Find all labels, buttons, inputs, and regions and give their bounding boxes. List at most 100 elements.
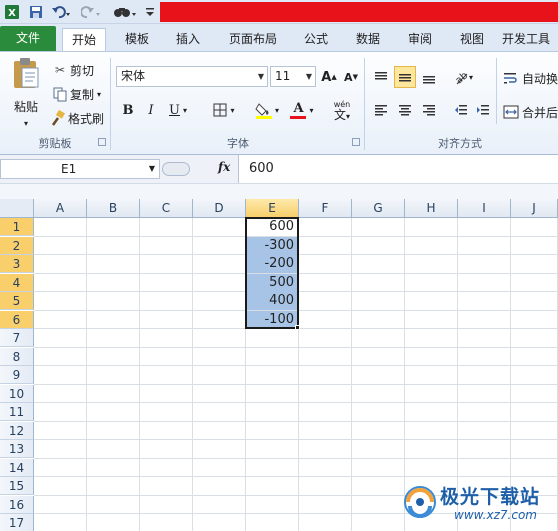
watermark-url: www.xz7.com (454, 508, 537, 522)
paste-button[interactable]: 粘贴 ▾ (6, 56, 46, 130)
font-size-combo[interactable]: 11 ▼ (270, 66, 316, 87)
tab-template[interactable]: 模板 (114, 28, 160, 51)
tab-home[interactable]: 开始 (62, 28, 106, 51)
tab-view[interactable]: 视图 (450, 28, 494, 51)
row-header-13[interactable]: 13 (0, 440, 34, 458)
tab-file[interactable]: 文件 (0, 26, 56, 51)
tab-data[interactable]: 数据 (346, 28, 390, 51)
column-header-i[interactable]: I (458, 199, 511, 218)
tab-review[interactable]: 审阅 (398, 28, 442, 51)
column-header-a[interactable]: A (34, 199, 87, 218)
column-header-c[interactable]: C (140, 199, 193, 218)
tab-page-layout[interactable]: 页面布局 (220, 28, 286, 51)
fill-color-button[interactable]: ▾ (250, 99, 284, 121)
cut-button[interactable]: ✂ 剪切 (52, 60, 94, 80)
column-header-g[interactable]: G (352, 199, 405, 218)
column-header-f[interactable]: F (299, 199, 352, 218)
name-box[interactable]: E1 ▼ (0, 159, 160, 179)
row-header-15[interactable]: 15 (0, 477, 34, 495)
phonetic-button[interactable]: wén 文▾ (326, 97, 358, 125)
orientation-button[interactable]: ab ▾ (448, 66, 478, 88)
grow-font-icon: A (321, 69, 332, 85)
copy-icon (53, 87, 67, 102)
font-launcher-icon[interactable] (352, 138, 360, 146)
save-icon[interactable] (28, 3, 44, 21)
cell-e4[interactable]: 500 (246, 273, 298, 292)
redo-icon[interactable] (80, 3, 102, 21)
align-left-button[interactable] (370, 99, 392, 121)
row-header-17[interactable]: 17 (0, 514, 34, 531)
cell-e5[interactable]: 400 (246, 292, 298, 310)
column-header-d[interactable]: D (193, 199, 246, 218)
chevron-down-icon: ▾ (97, 89, 102, 99)
borders-button[interactable]: ▾ (208, 99, 240, 121)
format-painter-button[interactable]: 格式刷 (50, 108, 104, 128)
chevron-down-icon: ▼ (257, 72, 264, 81)
name-box-value: E1 (61, 162, 77, 176)
merge-center-button[interactable]: 合并后 (503, 102, 558, 122)
wrap-text-label: 自动换 (522, 71, 558, 86)
align-top-button[interactable] (370, 66, 392, 88)
underline-icon: U (169, 102, 180, 118)
align-bottom-button[interactable] (418, 66, 440, 88)
paint-bucket-icon (255, 103, 272, 119)
row-header-3[interactable]: 3 (0, 255, 34, 273)
brush-icon (51, 110, 65, 126)
row-header-4[interactable]: 4 (0, 273, 34, 292)
cell-e2[interactable]: -300 (246, 236, 298, 255)
row-header-1[interactable]: 1 (0, 218, 34, 236)
column-header-b[interactable]: B (87, 199, 140, 218)
title-bar (160, 2, 558, 22)
row-header-7[interactable]: 7 (0, 329, 34, 347)
column-header-h[interactable]: H (405, 199, 458, 218)
cell-e1[interactable]: 600 (246, 218, 298, 236)
decrease-indent-icon (455, 105, 467, 115)
row-header-16[interactable]: 16 (0, 495, 34, 514)
align-bottom-icon (423, 76, 435, 84)
select-all-corner[interactable] (0, 199, 34, 218)
decrease-indent-button[interactable] (450, 99, 472, 121)
copy-button[interactable]: 复制 ▾ (52, 84, 101, 104)
text-orientation-icon: ab (454, 70, 469, 85)
row-header-6[interactable]: 6 (0, 310, 34, 329)
chevron-down-icon: ▾ (274, 105, 279, 115)
splitter-handle[interactable] (162, 162, 190, 176)
row-header-11[interactable]: 11 (0, 403, 34, 421)
caret-up-icon: ▲ (331, 73, 337, 81)
font-color-button[interactable]: A ▾ (286, 99, 318, 121)
undo-icon[interactable] (50, 3, 72, 21)
column-header-e[interactable]: E (246, 199, 299, 218)
customize-icon[interactable] (144, 3, 156, 21)
row-header-9[interactable]: 9 (0, 366, 34, 384)
tab-formulas[interactable]: 公式 (294, 28, 338, 51)
shrink-font-button[interactable]: A ▼ (340, 66, 362, 88)
align-center-button[interactable] (394, 99, 416, 121)
fill-handle[interactable] (295, 325, 300, 330)
font-name-combo[interactable]: 宋体 ▼ (116, 66, 268, 87)
row-header-10[interactable]: 10 (0, 384, 34, 403)
column-header-j[interactable]: J (511, 199, 558, 218)
row-header-8[interactable]: 8 (0, 347, 34, 366)
gridline-vertical (298, 218, 299, 531)
bold-button[interactable]: B (117, 99, 139, 121)
function-icon[interactable]: fx (218, 160, 230, 174)
increase-indent-button[interactable] (472, 99, 494, 121)
row-header-2[interactable]: 2 (0, 236, 34, 255)
wrap-text-button[interactable]: 自动换 (503, 68, 558, 88)
row-header-14[interactable]: 14 (0, 458, 34, 477)
cell-e3[interactable]: -200 (246, 255, 298, 273)
group-divider (110, 58, 111, 150)
tab-developer[interactable]: 开发工具 (502, 28, 558, 51)
underline-button[interactable]: U ▾ (163, 99, 193, 121)
row-header-5[interactable]: 5 (0, 292, 34, 310)
align-middle-button[interactable] (394, 66, 416, 88)
row-header-12[interactable]: 12 (0, 421, 34, 440)
align-right-button[interactable] (418, 99, 440, 121)
tab-insert[interactable]: 插入 (166, 28, 210, 51)
clipboard-launcher-icon[interactable] (98, 138, 106, 146)
italic-button[interactable]: I (140, 99, 162, 121)
find-icon[interactable] (112, 3, 138, 21)
cell-e6[interactable]: -100 (246, 310, 298, 329)
formula-input[interactable]: 600 (238, 155, 558, 183)
grow-font-button[interactable]: A ▲ (318, 66, 340, 88)
